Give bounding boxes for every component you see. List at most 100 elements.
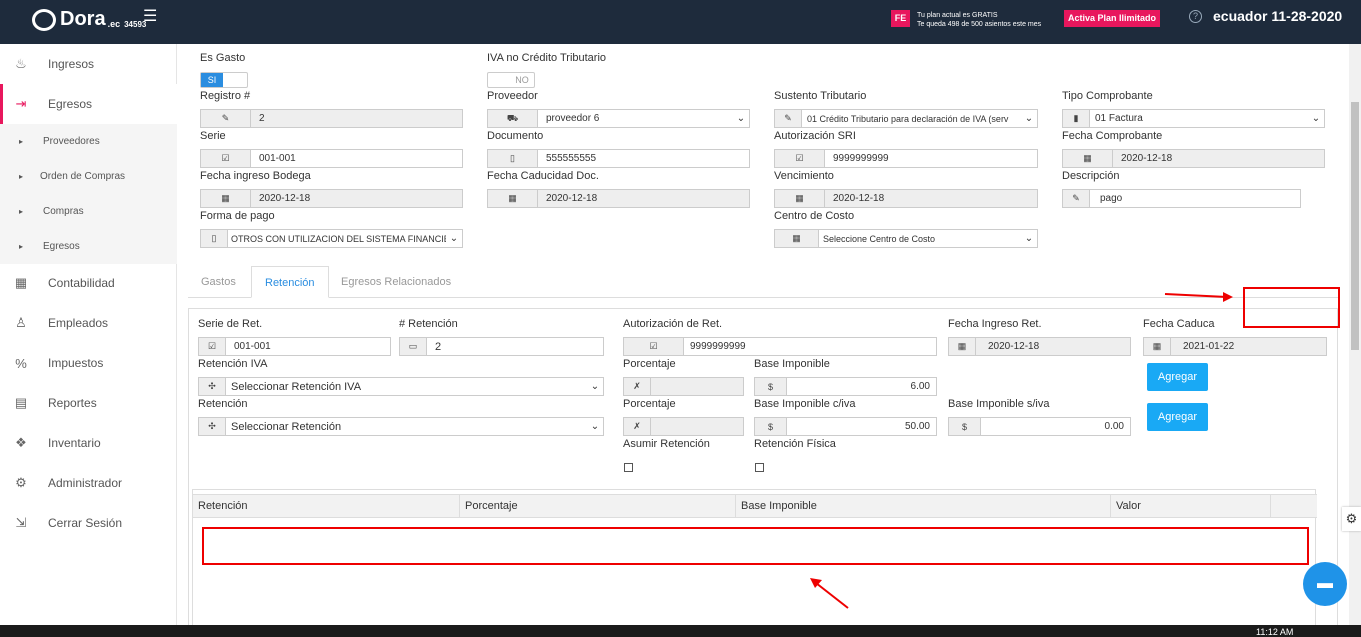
autorizacion-sri-field[interactable]: ☑ 9999999999: [774, 149, 1038, 168]
descripcion-field[interactable]: ✎ pago: [1062, 189, 1301, 208]
agregar-ret-button[interactable]: Agregar: [1147, 403, 1208, 431]
tipo-comprobante-select[interactable]: ▮ 01 Factura ⌄: [1062, 109, 1325, 128]
calendar-icon: ▦: [775, 230, 819, 247]
proveedor-select[interactable]: ⛟ proveedor 6 ⌄: [487, 109, 750, 128]
fe-badge: FE: [891, 10, 910, 27]
sidebar-item-impuestos[interactable]: % Impuestos: [0, 343, 177, 383]
col-valor[interactable]: Valor: [1111, 495, 1271, 517]
fecha-caducidad-field[interactable]: ▦ 2020-12-18: [487, 189, 750, 208]
col-base-imponible[interactable]: Base Imponible: [736, 495, 1111, 517]
paw-icon: ✣: [199, 418, 226, 435]
sidebar-item-ingresos[interactable]: ♨ Ingresos: [0, 44, 177, 84]
caret-right-icon: ▸: [19, 242, 24, 251]
vertical-scrollbar[interactable]: [1349, 44, 1361, 637]
centro-costo-label: Centro de Costo: [774, 210, 855, 222]
subitem-egresos[interactable]: ▸ Egresos: [0, 229, 177, 264]
table-header: Retención Porcentaje Base Imponible Valo…: [193, 494, 1317, 518]
card-icon: ▭: [400, 338, 427, 355]
base-con-iva-field[interactable]: $50.00: [754, 417, 937, 436]
document-icon: ▯: [488, 150, 538, 167]
es-gasto-toggle[interactable]: SI: [200, 72, 248, 88]
documento-label: Documento: [487, 130, 544, 142]
centro-costo-select[interactable]: ▦ Seleccione Centro de Costo ⌄: [774, 229, 1038, 248]
settings-gear-icon[interactable]: ⚙: [1342, 507, 1361, 531]
sidebar-item-administrador[interactable]: ⚙ Administrador: [0, 463, 177, 503]
annotation-box-table: [202, 527, 1309, 565]
documento-field[interactable]: ▯ 555555555: [487, 149, 750, 168]
sidebar-item-contabilidad[interactable]: ▦ Contabilidad: [0, 263, 177, 303]
fecha-caduca-field[interactable]: ▦ 2021-01-22: [1143, 337, 1327, 356]
retencion-fisica-label: Retención Física: [754, 438, 836, 450]
sidebar-item-cerrar-sesion[interactable]: ⇲ Cerrar Sesión: [0, 503, 177, 543]
hand-coin-icon: ♨: [15, 56, 27, 71]
user-info[interactable]: ecuador 11-28-2020: [1213, 8, 1342, 24]
base-sin-iva-label: Base Imponible s/iva: [948, 398, 1050, 410]
autorizacion-ret-label: Autorización de Ret.: [623, 318, 723, 330]
porcentaje-iva-field[interactable]: ✗: [623, 377, 744, 396]
sustento-select[interactable]: ✎ 01 Crédito Tributario para declaración …: [774, 109, 1038, 128]
ret-select[interactable]: ✣ Seleccionar Retención ⌄: [198, 417, 604, 436]
serie-field[interactable]: ☑ 001-001: [200, 149, 463, 168]
subitem-compras[interactable]: ▸ Compras: [0, 194, 177, 229]
logout-icon: ⇲: [15, 515, 27, 530]
fecha-ingreso-field[interactable]: ▦ 2020-12-18: [200, 189, 463, 208]
sidebar-item-egresos[interactable]: ⇥ Egresos: [0, 84, 177, 124]
autorizacion-ret-field[interactable]: ☑ 9999999999: [623, 337, 937, 356]
asumir-retencion-checkbox[interactable]: [624, 463, 633, 472]
retencion-fisica-checkbox[interactable]: [755, 463, 764, 472]
subitem-orden-compras[interactable]: ▸ Orden de Compras: [0, 159, 177, 194]
serie-ret-field[interactable]: ☑ 001-001: [198, 337, 391, 356]
numero-ret-field[interactable]: ▭ 2: [399, 337, 604, 356]
check-square-icon: ☑: [624, 338, 684, 355]
chat-bubble-icon[interactable]: ▬: [1303, 562, 1347, 606]
report-icon: ▤: [14, 395, 28, 410]
porcentaje-iva-label: Porcentaje: [623, 358, 676, 370]
descripcion-label: Descripción: [1062, 170, 1120, 182]
percent-icon: ✗: [624, 418, 651, 435]
vencimiento-field[interactable]: ▦ 2020-12-18: [774, 189, 1038, 208]
registro-field[interactable]: ✎ 2: [200, 109, 463, 128]
calendar-icon: ▦: [488, 190, 538, 207]
registro-label: Registro #: [200, 90, 251, 102]
exit-money-icon: ⇥: [15, 96, 27, 111]
forma-pago-select[interactable]: ▯ OTROS CON UTILIZACION DEL SISTEMA FINAN…: [200, 229, 463, 248]
file-icon: ▮: [1063, 110, 1090, 127]
logo[interactable]: Dora .ec 34593: [32, 8, 146, 31]
sidebar-item-inventario[interactable]: ❖ Inventario: [0, 423, 177, 463]
os-taskbar: [0, 625, 1361, 637]
ret-iva-label: Retención IVA: [198, 358, 268, 370]
base-imponible-label: Base Imponible: [754, 358, 830, 370]
mobile-icon: ▯: [201, 230, 228, 247]
agregar-iva-button[interactable]: Agregar: [1147, 363, 1208, 391]
porcentaje-ret-label: Porcentaje: [623, 398, 676, 410]
base-sin-iva-field[interactable]: $0.00: [948, 417, 1131, 436]
annotation-arrow-up: [810, 578, 849, 609]
activate-plan-button[interactable]: Activa Plan Ilimitado: [1064, 10, 1161, 27]
question-circle-icon[interactable]: ?: [1189, 10, 1202, 23]
asumir-retencion-label: Asumir Retención: [623, 438, 710, 450]
col-porcentaje[interactable]: Porcentaje: [460, 495, 736, 517]
col-retencion[interactable]: Retención: [193, 495, 460, 517]
paw-icon: ✣: [199, 378, 226, 395]
ret-iva-select[interactable]: ✣ Seleccionar Retención IVA ⌄: [198, 377, 604, 396]
subitem-proveedores[interactable]: ▸ Proveedores: [0, 124, 177, 159]
sidebar-item-empleados[interactable]: ♙ Empleados: [0, 303, 177, 343]
tab-gastos[interactable]: Gastos: [188, 266, 249, 298]
check-square-icon: ☑: [775, 150, 825, 167]
hamburger-menu-icon[interactable]: ☰: [143, 9, 157, 25]
iva-no-credito-toggle[interactable]: NO: [487, 72, 535, 88]
fecha-comprobante-field[interactable]: ▦ 2020-12-18: [1062, 149, 1325, 168]
people-icon: ♙: [15, 315, 27, 330]
forma-pago-label: Forma de pago: [200, 210, 275, 222]
iva-no-credito-label: IVA no Crédito Tributario: [487, 52, 607, 64]
scrollbar-thumb[interactable]: [1351, 102, 1359, 350]
porcentaje-ret-field[interactable]: ✗: [623, 417, 744, 436]
sustento-label: Sustento Tributario: [774, 90, 867, 102]
sidebar-item-reportes[interactable]: ▤ Reportes: [0, 383, 177, 423]
base-imponible-field[interactable]: $6.00: [754, 377, 937, 396]
calculator-icon: ▦: [14, 275, 28, 290]
chevron-down-icon: ⌄: [1024, 233, 1034, 244]
tab-retencion[interactable]: Retención: [251, 266, 329, 298]
tab-egresos-relacionados[interactable]: Egresos Relacionados: [328, 266, 464, 298]
fecha-ingreso-ret-field[interactable]: ▦ 2020-12-18: [948, 337, 1131, 356]
